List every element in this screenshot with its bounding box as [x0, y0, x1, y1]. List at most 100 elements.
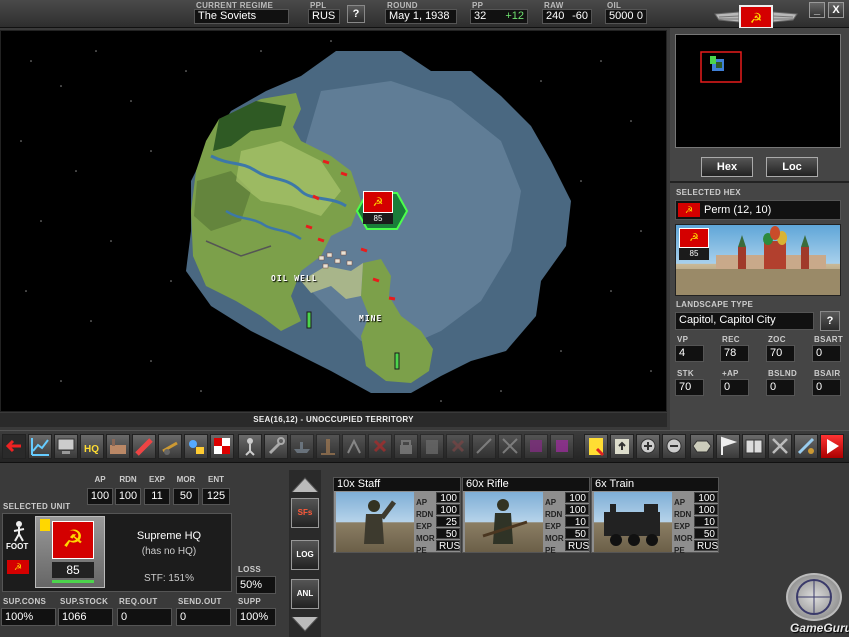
subformation-stat-value: RUS [565, 540, 589, 552]
graph-icon[interactable] [28, 434, 52, 459]
minimap[interactable] [675, 34, 841, 148]
bottom-stat-label: SUP.CONS [3, 597, 47, 606]
move-icon[interactable] [342, 434, 366, 459]
stat-value: 0 [720, 379, 749, 396]
preview-unit-counter: ☭ 85 [679, 228, 709, 262]
subformation-card[interactable]: 10x Staff AP 100 RDN 100 EXP 25 MOR 50 PE RUS [333, 477, 461, 555]
stat-value: 70 [675, 379, 704, 396]
soldier-icon[interactable] [238, 434, 262, 459]
hq-star-icon [40, 519, 50, 531]
stat-value: 0 [766, 379, 795, 396]
delete-icon[interactable] [368, 434, 392, 459]
unit-stat-label: EXP [148, 475, 165, 484]
subformation-stat-value: 100 [565, 504, 589, 516]
unit-portrait-counter: ☭ 85 [35, 516, 105, 588]
factory-icon[interactable] [106, 434, 130, 459]
artillery-icon[interactable] [158, 434, 182, 459]
anl-button[interactable]: ANL [291, 579, 319, 609]
subformation-stats: AP 100 RDN 100 EXP 10 MOR 50 PE RUS [545, 492, 589, 555]
tools-icon[interactable] [768, 434, 792, 459]
end-turn-icon[interactable] [820, 434, 844, 459]
export-icon[interactable] [610, 434, 634, 459]
unit-stat-label: RDN [119, 475, 137, 484]
subformation-stat-label: PE [416, 546, 427, 555]
cancel-icon[interactable] [446, 434, 470, 459]
hq-flag-icon[interactable] [210, 434, 234, 459]
map-unit-counter[interactable]: ☭ 85 [363, 191, 393, 225]
tower-icon[interactable] [316, 434, 340, 459]
bottom-stat-value: 1066 [58, 608, 113, 626]
selected-hex-field: ☭ Perm (12, 10) [675, 200, 841, 220]
selected-unit-card[interactable]: FOOT ☭ ☭ 85 Supreme HQ (has no HQ) STF: … [2, 513, 232, 592]
back-arrow-icon[interactable] [2, 434, 26, 459]
stat-value: 70 [766, 345, 795, 362]
stat-label: REC [722, 335, 740, 344]
zoom-in-icon[interactable] [636, 434, 660, 459]
loss-value: 50% [236, 576, 276, 594]
soviet-flag-icon: ☭ [52, 521, 94, 559]
publisher-logo-icon [786, 573, 842, 621]
bottom-stat-label: SEND.OUT [178, 597, 222, 606]
building-icon[interactable] [420, 434, 444, 459]
stat-value: 78 [720, 345, 749, 362]
sword-icon[interactable] [498, 434, 522, 459]
hex-grid-icon[interactable] [690, 434, 714, 459]
svg-text:☭: ☭ [750, 10, 763, 26]
selected-hex-value: Perm (12, 10) [704, 204, 772, 216]
subformation-stat-value: 10 [694, 516, 718, 528]
unit-stf: STF: 151% [143, 573, 195, 584]
soviet-flag-icon: ☭ [679, 228, 709, 248]
round-value: May 1, 1938 [385, 9, 457, 24]
subformation-title: 10x Staff [334, 478, 460, 491]
bottom-stat-value: 100% [1, 608, 56, 626]
subformation-card[interactable]: 60x Rifle AP 100 RDN 100 EXP 10 MOR 50 PE RUS [462, 477, 590, 555]
flag-icon[interactable] [716, 434, 740, 459]
landscape-type-value: Capitol, Capitol City [675, 312, 814, 330]
scroll-up-icon[interactable] [289, 472, 321, 494]
hex-button[interactable]: Hex [701, 157, 753, 177]
hq-icon[interactable]: HQ [80, 434, 104, 459]
settings-icon[interactable] [794, 434, 818, 459]
preview-unit-strength: 85 [679, 248, 709, 260]
stop-icon[interactable] [550, 434, 574, 459]
knife-icon[interactable] [472, 434, 496, 459]
ship-icon[interactable] [290, 434, 314, 459]
subformation-stat-value: 100 [694, 492, 718, 504]
landscape-help-button[interactable]: ? [820, 311, 840, 331]
lock-icon[interactable] [394, 434, 418, 459]
selected-unit-label: SELECTED UNIT [3, 502, 71, 511]
scroll-down-icon[interactable] [289, 613, 321, 635]
document-icon[interactable] [584, 434, 608, 459]
unit-stat-value: 11 [144, 488, 170, 505]
unit-hq-status: (has no HQ) [141, 546, 197, 557]
oil-well-label: OIL WELL [271, 274, 318, 283]
book-icon[interactable] [742, 434, 766, 459]
stat-label: ZOC [768, 335, 786, 344]
subformation-card[interactable]: 6x Train AP 100 RDN 100 EXP 10 MOR 50 PE RUS [591, 477, 719, 555]
bottom-stat-value: 0 [176, 608, 231, 626]
train-image-icon [594, 492, 672, 552]
computer-icon[interactable] [54, 434, 78, 459]
stat-value: 4 [675, 345, 704, 362]
raw-value: 240 [546, 10, 565, 22]
supply-icon[interactable] [184, 434, 208, 459]
regime-emblem-icon: ☭ [713, 4, 799, 30]
log-button[interactable]: LOG [291, 540, 319, 570]
square-icon[interactable] [524, 434, 548, 459]
map-canvas[interactable] [1, 31, 667, 412]
minimize-button[interactable]: _ [809, 2, 825, 18]
close-button[interactable]: X [828, 2, 844, 18]
rocket-icon[interactable] [132, 434, 156, 459]
wrench-icon[interactable] [264, 434, 288, 459]
soviet-flag-icon: ☭ [7, 560, 29, 574]
ppl-help-button[interactable]: ? [347, 5, 365, 23]
hex-map[interactable]: ☭ 85 OIL WELL MINE [0, 30, 667, 412]
landscape-type-label: LANDSCAPE TYPE [676, 300, 754, 309]
unit-strength-bar [52, 580, 94, 583]
subformation-stat-value: 100 [694, 504, 718, 516]
zoom-out-icon[interactable] [662, 434, 686, 459]
sfs-button[interactable]: SFs [291, 498, 319, 528]
subformation-title: 6x Train [592, 478, 718, 491]
subformation-stats: AP 100 RDN 100 EXP 25 MOR 50 PE RUS [416, 492, 460, 555]
loc-button[interactable]: Loc [766, 157, 818, 177]
